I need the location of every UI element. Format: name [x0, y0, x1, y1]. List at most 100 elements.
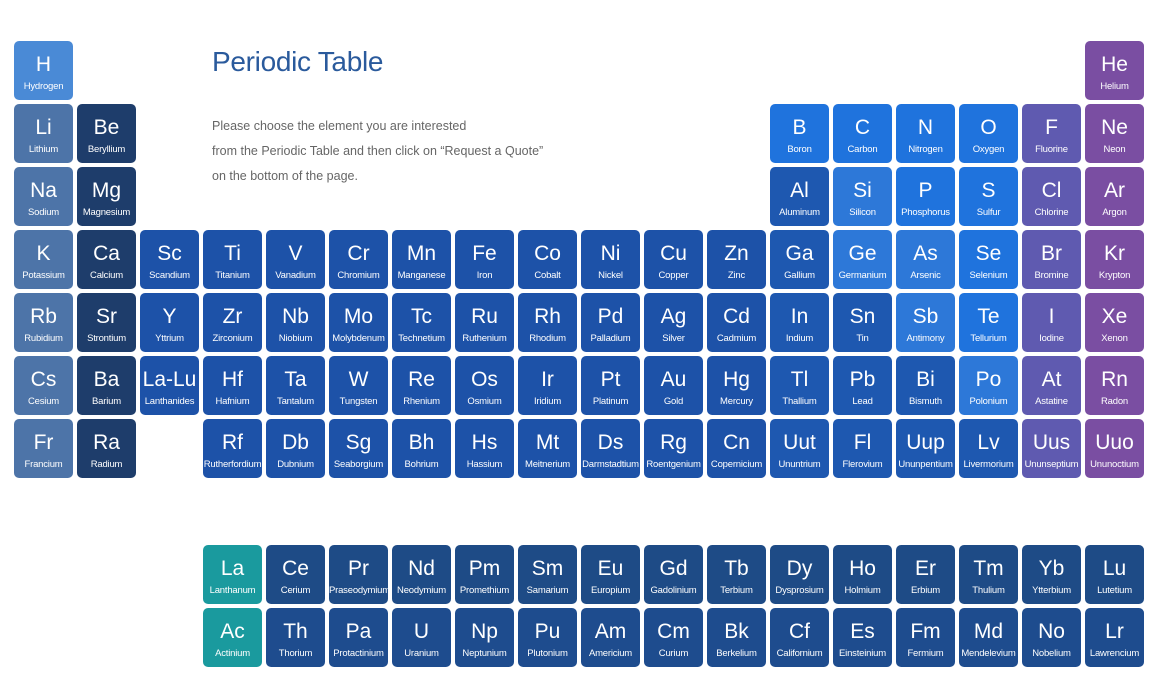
element-ar[interactable]: Ar Argon	[1085, 167, 1144, 226]
element-np[interactable]: Np Neptunium	[455, 608, 514, 667]
element-rf[interactable]: Rf Rutherfordium	[203, 419, 262, 478]
element-b[interactable]: B Boron	[770, 104, 829, 163]
element-i[interactable]: I Iodine	[1022, 293, 1081, 352]
element-co[interactable]: Co Cobalt	[518, 230, 577, 289]
element-tm[interactable]: Tm Thulium	[959, 545, 1018, 604]
element-sg[interactable]: Sg Seaborgium	[329, 419, 388, 478]
element-uut[interactable]: Uut Ununtrium	[770, 419, 829, 478]
element-c[interactable]: C Carbon	[833, 104, 892, 163]
element-ds[interactable]: Ds Darmstadtium	[581, 419, 640, 478]
element-h[interactable]: H Hydrogen	[14, 41, 73, 100]
element-nb[interactable]: Nb Niobium	[266, 293, 325, 352]
element-no[interactable]: No Nobelium	[1022, 608, 1081, 667]
element-cu[interactable]: Cu Copper	[644, 230, 703, 289]
element-u[interactable]: U Uranium	[392, 608, 451, 667]
element-ti[interactable]: Ti Titanium	[203, 230, 262, 289]
element-p[interactable]: P Phosphorus	[896, 167, 955, 226]
element-bk[interactable]: Bk Berkelium	[707, 608, 766, 667]
element-y[interactable]: Y Yttrium	[140, 293, 199, 352]
element-ce[interactable]: Ce Cerium	[266, 545, 325, 604]
element-li[interactable]: Li Lithium	[14, 104, 73, 163]
element-rn[interactable]: Rn Radon	[1085, 356, 1144, 415]
element-cm[interactable]: Cm Curium	[644, 608, 703, 667]
element-sn[interactable]: Sn Tin	[833, 293, 892, 352]
element-na[interactable]: Na Sodium	[14, 167, 73, 226]
element-gd[interactable]: Gd Gadolinium	[644, 545, 703, 604]
element-se[interactable]: Se Selenium	[959, 230, 1018, 289]
element-uus[interactable]: Uus Ununseptium	[1022, 419, 1081, 478]
element-la[interactable]: La Lanthanum	[203, 545, 262, 604]
element-pa[interactable]: Pa Protactinium	[329, 608, 388, 667]
element-as[interactable]: As Arsenic	[896, 230, 955, 289]
element-si[interactable]: Si Silicon	[833, 167, 892, 226]
element-ru[interactable]: Ru Ruthenium	[455, 293, 514, 352]
element-br[interactable]: Br Bromine	[1022, 230, 1081, 289]
element-yb[interactable]: Yb Ytterbium	[1022, 545, 1081, 604]
element-ni[interactable]: Ni Nickel	[581, 230, 640, 289]
element-cr[interactable]: Cr Chromium	[329, 230, 388, 289]
element-mt[interactable]: Mt Meitnerium	[518, 419, 577, 478]
element-dy[interactable]: Dy Dysprosium	[770, 545, 829, 604]
element-po[interactable]: Po Polonium	[959, 356, 1018, 415]
element-os[interactable]: Os Osmium	[455, 356, 514, 415]
element-eu[interactable]: Eu Europium	[581, 545, 640, 604]
element-zr[interactable]: Zr Zirconium	[203, 293, 262, 352]
element-uuo[interactable]: Uuo Ununoctium	[1085, 419, 1144, 478]
element-ca[interactable]: Ca Calcium	[77, 230, 136, 289]
element-hf[interactable]: Hf Hafnium	[203, 356, 262, 415]
element-ir[interactable]: Ir Iridium	[518, 356, 577, 415]
element-ac[interactable]: Ac Actinium	[203, 608, 262, 667]
element-cs[interactable]: Cs Cesium	[14, 356, 73, 415]
element-pt[interactable]: Pt Platinum	[581, 356, 640, 415]
element-mn[interactable]: Mn Manganese	[392, 230, 451, 289]
element-uup[interactable]: Uup Ununpentium	[896, 419, 955, 478]
element-mg[interactable]: Mg Magnesium	[77, 167, 136, 226]
element-bi[interactable]: Bi Bismuth	[896, 356, 955, 415]
element-sc[interactable]: Sc Scandium	[140, 230, 199, 289]
element-fr[interactable]: Fr Francium	[14, 419, 73, 478]
element-rh[interactable]: Rh Rhodium	[518, 293, 577, 352]
element-la-lu[interactable]: La-Lu Lanthanides	[140, 356, 199, 415]
element-tc[interactable]: Tc Technetium	[392, 293, 451, 352]
element-be[interactable]: Be Beryllium	[77, 104, 136, 163]
element-xe[interactable]: Xe Xenon	[1085, 293, 1144, 352]
element-al[interactable]: Al Aluminum	[770, 167, 829, 226]
element-k[interactable]: K Potassium	[14, 230, 73, 289]
element-ta[interactable]: Ta Tantalum	[266, 356, 325, 415]
element-md[interactable]: Md Mendelevium	[959, 608, 1018, 667]
element-he[interactable]: He Helium	[1085, 41, 1144, 100]
element-rb[interactable]: Rb Rubidium	[14, 293, 73, 352]
element-th[interactable]: Th Thorium	[266, 608, 325, 667]
element-tb[interactable]: Tb Terbium	[707, 545, 766, 604]
element-kr[interactable]: Kr Krypton	[1085, 230, 1144, 289]
element-au[interactable]: Au Gold	[644, 356, 703, 415]
element-ho[interactable]: Ho Holmium	[833, 545, 892, 604]
element-mo[interactable]: Mo Molybdenum	[329, 293, 388, 352]
element-te[interactable]: Te Tellurium	[959, 293, 1018, 352]
element-tl[interactable]: Tl Thallium	[770, 356, 829, 415]
element-pb[interactable]: Pb Lead	[833, 356, 892, 415]
element-fm[interactable]: Fm Fermium	[896, 608, 955, 667]
element-ga[interactable]: Ga Gallium	[770, 230, 829, 289]
element-sr[interactable]: Sr Strontium	[77, 293, 136, 352]
element-ag[interactable]: Ag Silver	[644, 293, 703, 352]
element-f[interactable]: F Fluorine	[1022, 104, 1081, 163]
element-zn[interactable]: Zn Zinc	[707, 230, 766, 289]
element-db[interactable]: Db Dubnium	[266, 419, 325, 478]
element-v[interactable]: V Vanadium	[266, 230, 325, 289]
element-w[interactable]: W Tungsten	[329, 356, 388, 415]
element-hg[interactable]: Hg Mercury	[707, 356, 766, 415]
element-bh[interactable]: Bh Bohrium	[392, 419, 451, 478]
element-nd[interactable]: Nd Neodymium	[392, 545, 451, 604]
element-pd[interactable]: Pd Palladium	[581, 293, 640, 352]
element-cf[interactable]: Cf Californium	[770, 608, 829, 667]
element-sm[interactable]: Sm Samarium	[518, 545, 577, 604]
element-lu[interactable]: Lu Lutetium	[1085, 545, 1144, 604]
element-rg[interactable]: Rg Roentgenium	[644, 419, 703, 478]
element-lv[interactable]: Lv Livermorium	[959, 419, 1018, 478]
element-es[interactable]: Es Einsteinium	[833, 608, 892, 667]
element-lr[interactable]: Lr Lawrencium	[1085, 608, 1144, 667]
element-o[interactable]: O Oxygen	[959, 104, 1018, 163]
element-hs[interactable]: Hs Hassium	[455, 419, 514, 478]
element-ra[interactable]: Ra Radium	[77, 419, 136, 478]
